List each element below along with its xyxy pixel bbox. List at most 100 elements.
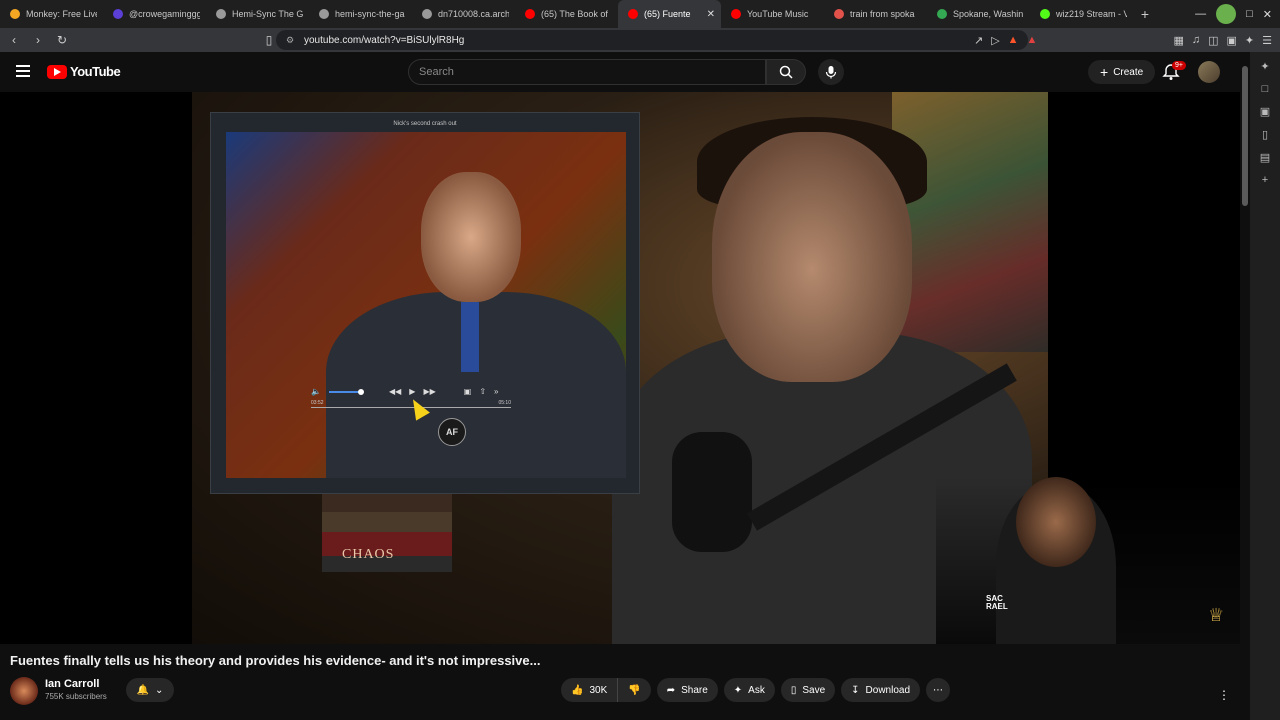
bookmarks-sidebar-icon[interactable]: ▯ [1262,128,1268,141]
tab-title: @crowegaminggg [129,9,200,19]
brave-shield-icon[interactable]: ▲ [1008,34,1019,46]
music-icon[interactable]: ♫ [1192,34,1200,46]
host-head [712,132,912,382]
create-label: Create [1113,66,1144,78]
extensions-icon[interactable]: ▦ [1173,34,1183,47]
more-vertical-icon[interactable]: ⋮ [1218,688,1230,702]
podcast-microphone [672,432,752,552]
shirt-text-line2: RAEL [986,602,1008,611]
reload-icon[interactable]: ↻ [52,33,72,47]
tab-favicon-icon [834,9,844,19]
like-dislike-group: 👍 30K 👎 [561,678,651,702]
minimize-icon[interactable]: — [1195,8,1206,20]
search-button[interactable] [766,59,806,85]
page-scrollbar[interactable] [1240,52,1250,720]
tab-favicon-icon [113,9,123,19]
tab-favicon-icon [525,9,535,19]
guide-menu-icon[interactable] [16,65,30,80]
wallet-sidebar-icon[interactable]: ▣ [1260,105,1270,118]
inset-video: 🔈 ◀◀ ▶ ▶▶ ▣ ⇧ » 03:52 05:10 AF [226,132,626,478]
play-icon: ▶ [409,387,416,396]
close-window-icon[interactable]: ✕ [1263,8,1272,21]
more-horizontal-icon: ⋯ [933,684,944,696]
browser-tab[interactable]: Spokane, Washin [927,0,1030,28]
browser-tab[interactable]: (65) The Book of [515,0,618,28]
download-button[interactable]: ↧ Download [841,678,921,702]
tab-title: (65) Fuente [644,9,691,19]
subscriber-count: 755K subscribers [45,692,107,701]
youtube-logo[interactable]: YouTube [47,64,121,79]
close-tab-icon[interactable]: ✕ [707,9,715,20]
tab-title: Spokane, Washin [953,9,1024,19]
tab-favicon-icon [937,9,947,19]
browser-tab[interactable]: @crowegaminggg [103,0,206,28]
save-button[interactable]: ▯ Save [780,678,836,702]
add-sidebar-item-icon[interactable]: + [1262,174,1268,186]
tab-title: Monkey: Free Live [26,9,97,19]
leo-ai-icon[interactable]: ✦ [1260,60,1269,73]
skip-icon: » [494,387,499,396]
share-button[interactable]: ➦ Share [656,678,718,702]
voice-search-button[interactable] [818,59,844,85]
forward-icon[interactable]: › [28,33,48,47]
tab-title: dn710008.ca.arch [438,9,509,19]
toolbar-right: ↗ ▷ ▲ ▲ ▦ ♫ ◫ ▣ ✦ ☰ [974,28,1272,52]
dislike-button[interactable]: 👎 [618,678,651,702]
video-player[interactable]: CHAOS Nick's second crash out 🔈 ◀◀ ▶ ▶▶ … [0,92,1240,644]
thumbs-up-icon: 👍 [571,684,584,696]
channel-name[interactable]: Ian Carroll [45,678,99,690]
account-avatar[interactable] [1198,61,1220,83]
rewards-icon[interactable]: ▲ [1027,34,1038,46]
book-title: CHAOS [342,547,395,562]
tab-title: train from spoka [850,9,915,19]
search-icon [779,65,793,79]
youtube-header: YouTube Search + Create 9+ [0,52,1240,92]
browser-tab[interactable]: wiz219 Stream - V [1030,0,1133,28]
maximize-icon[interactable]: □ [1246,8,1253,20]
back-icon[interactable]: ‹ [4,33,24,47]
browser-toolbar: ‹ › ↻ ▯ ⚙ youtube.com/watch?v=BiSUlylR8H… [0,28,1280,52]
open-external-icon[interactable]: ↗ [974,34,983,47]
subscribed-button[interactable]: 🔔 ⌄ [126,678,174,702]
download-label: Download [865,684,911,696]
video-title: Fuentes finally tells us his theory and … [10,653,541,668]
plus-icon: + [1100,64,1109,80]
browser-tab[interactable]: Hemi-Sync The Ga [206,0,309,28]
chat-icon[interactable]: □ [1262,83,1269,95]
logo-text: YouTube [70,64,121,79]
menu-icon[interactable]: ☰ [1262,34,1272,47]
sidebar-toggle-icon[interactable]: ◫ [1208,34,1218,47]
profile-icon[interactable] [1216,4,1237,24]
af-logo: AF [438,418,466,446]
search-input[interactable]: Search [408,59,766,85]
browser-tab[interactable]: (65) Fuente ✕ [618,0,721,28]
cast-icon[interactable]: ▷ [991,34,999,47]
crown-icon[interactable]: ♕ [1208,605,1224,626]
browser-tab[interactable]: YouTube Music [721,0,824,28]
ask-button[interactable]: ✦ Ask [723,678,775,702]
site-info-icon[interactable]: ⚙ [286,35,294,46]
reading-list-icon[interactable]: ▤ [1260,151,1270,164]
ask-label: Ask [748,684,765,696]
like-button[interactable]: 👍 30K [561,678,619,702]
scrollbar-thumb[interactable] [1242,66,1248,206]
share-small-icon: ⇧ [479,387,487,396]
tab-favicon-icon [10,9,20,19]
new-tab-button[interactable]: + [1133,6,1157,22]
create-button[interactable]: + Create [1088,60,1156,84]
wallet-icon[interactable]: ▣ [1227,34,1237,47]
channel-avatar[interactable] [10,677,38,705]
microphone-icon [825,66,837,79]
browser-tab[interactable]: hemi-sync-the-ga [309,0,412,28]
browser-tab[interactable]: dn710008.ca.arch [412,0,515,28]
leo-icon[interactable]: ✦ [1245,34,1254,47]
like-count: 30K [589,684,608,696]
more-actions-button[interactable]: ⋯ [926,678,951,702]
address-bar[interactable]: ⚙ youtube.com/watch?v=BiSUlylR8Hg [276,30,1028,50]
browser-tab[interactable]: train from spoka [824,0,927,28]
tab-title: (65) The Book of [541,9,608,19]
tab-title: YouTube Music [747,9,809,19]
chevron-down-icon: ⌄ [155,684,164,696]
pip-icon: ▣ [463,387,472,396]
browser-tab[interactable]: Monkey: Free Live [0,0,103,28]
